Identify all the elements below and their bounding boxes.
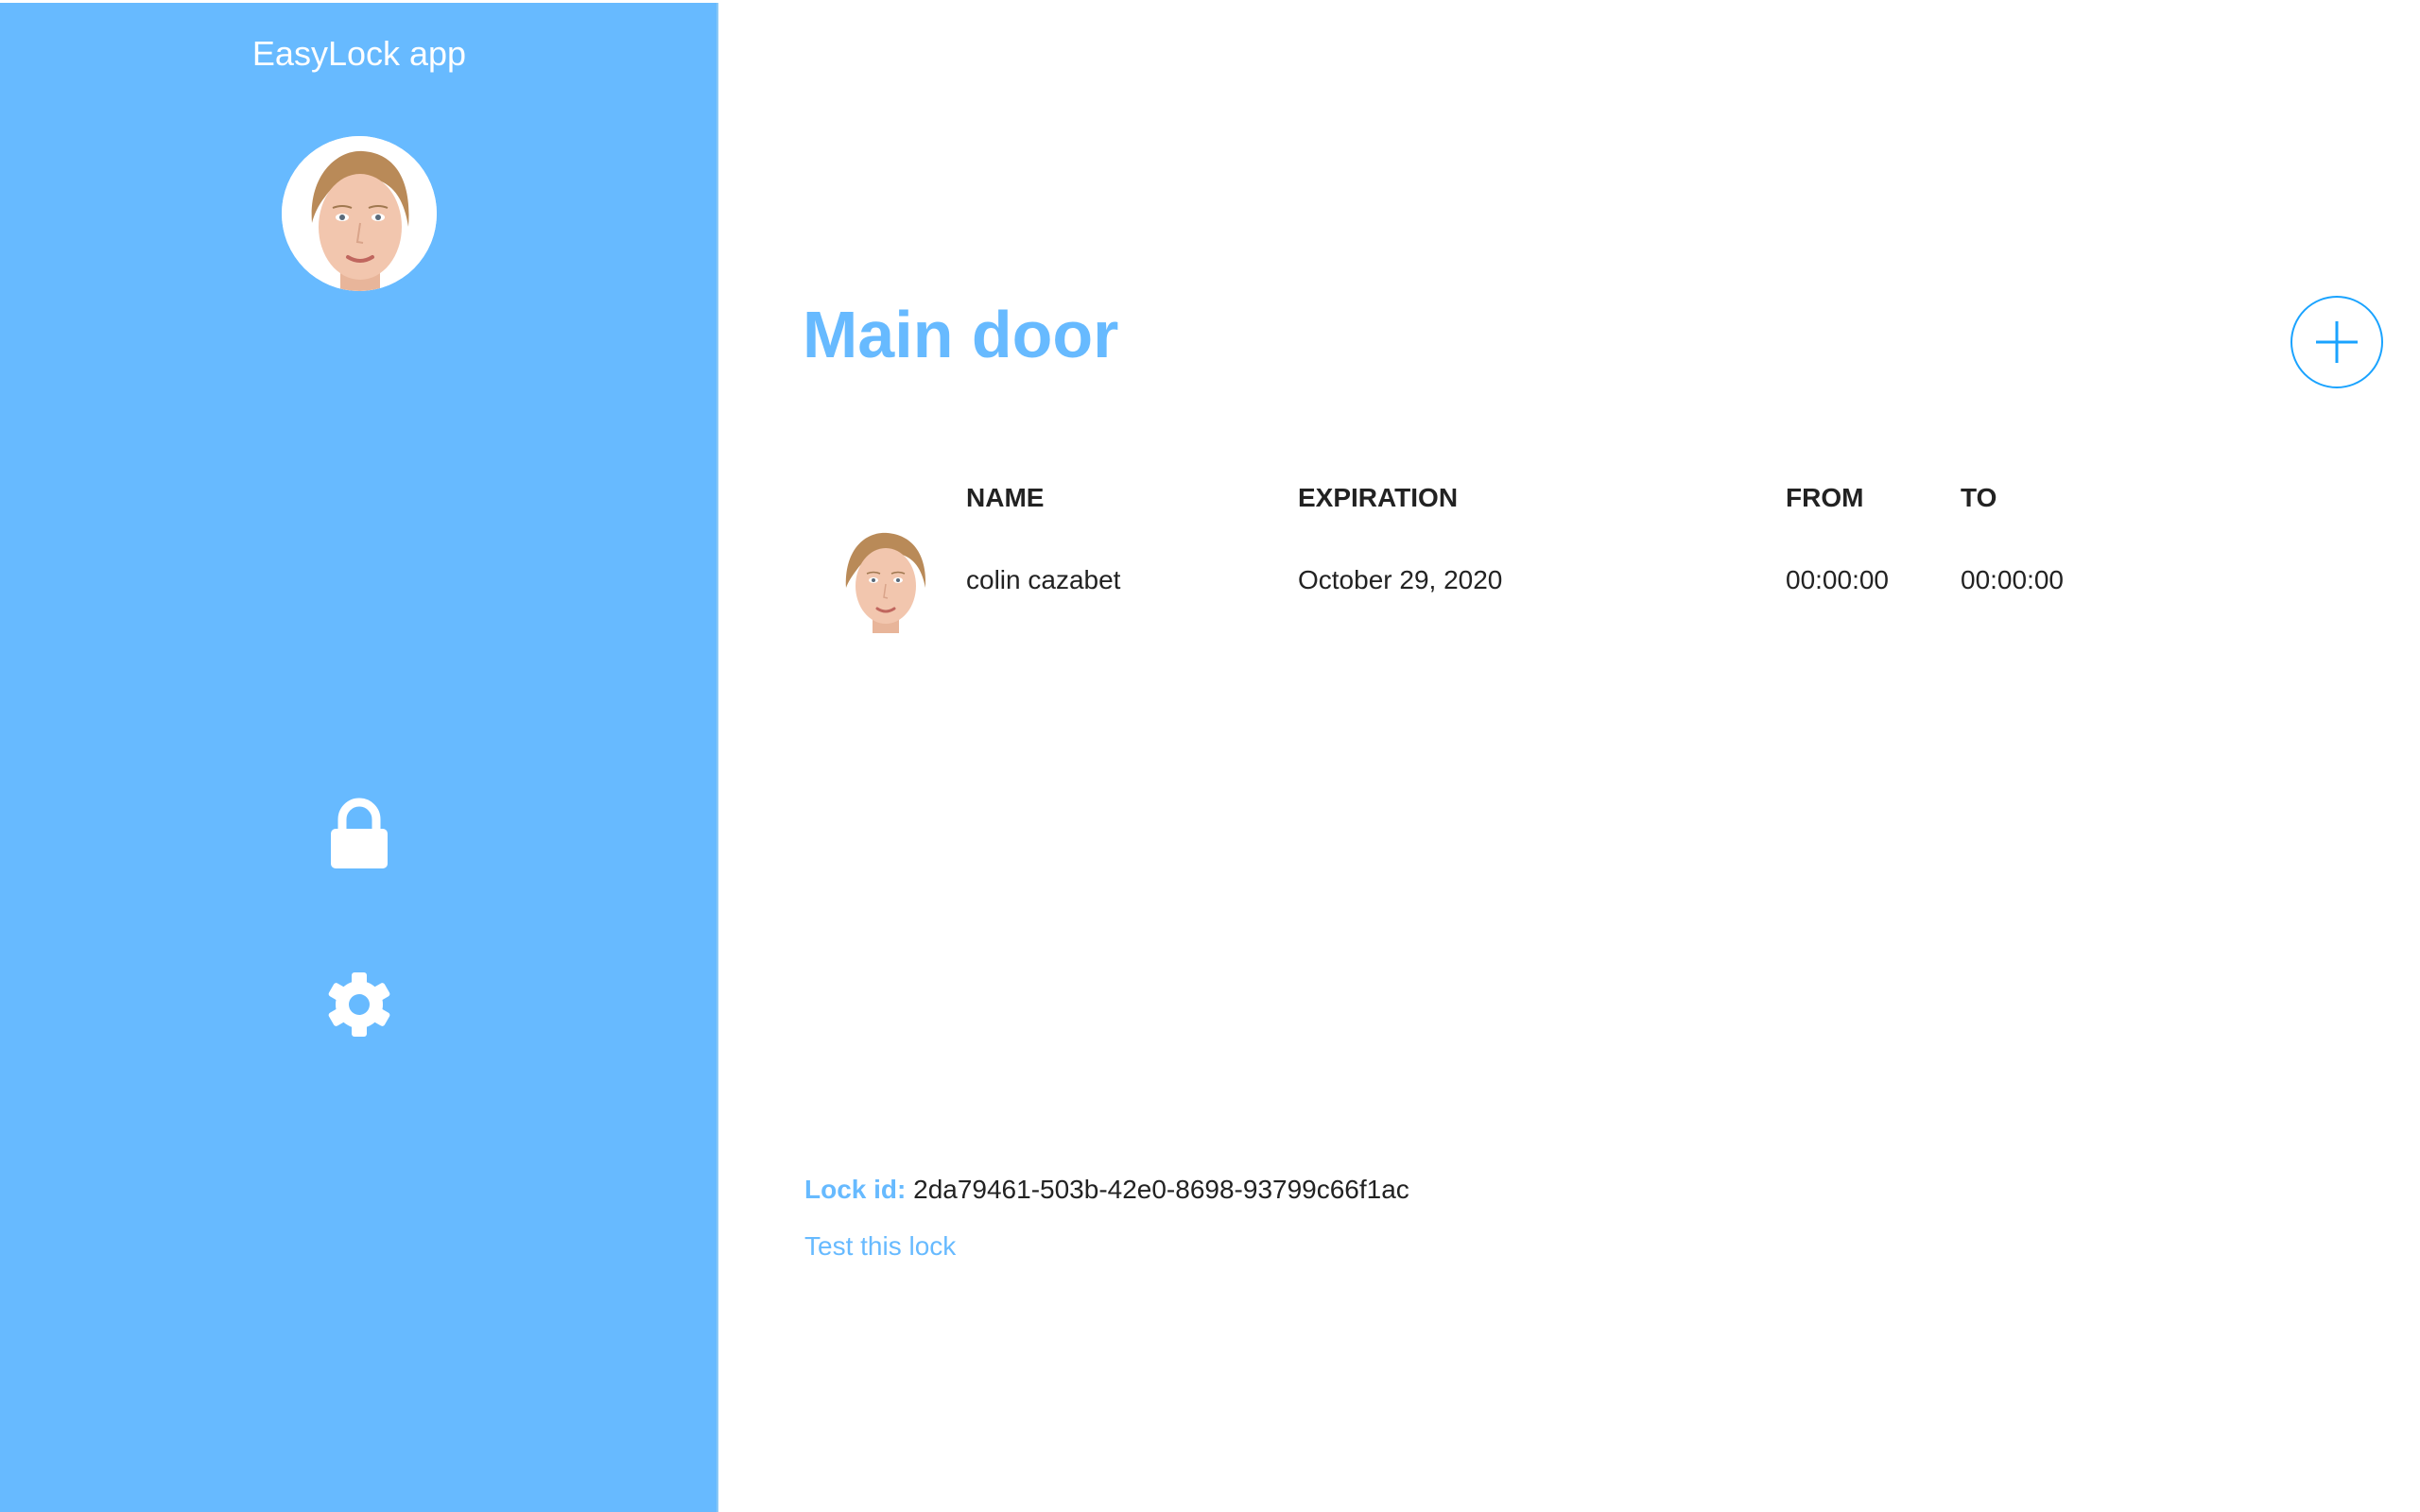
nav-lock-button[interactable] [325, 797, 393, 872]
page-title: Main door [803, 298, 1119, 371]
lock-id-label: Lock id: [804, 1175, 907, 1204]
cell-name: colin cazabet [966, 565, 1121, 594]
row-user-avatar [840, 529, 931, 633]
sidebar: EasyLock app [0, 3, 718, 1512]
face-avatar-icon [840, 529, 931, 633]
plus-icon [2316, 321, 2358, 363]
nav-settings-button[interactable] [325, 967, 393, 1042]
column-header-expiration: EXPIRATION [1298, 483, 1459, 512]
column-header-to: TO [1961, 483, 1997, 512]
add-user-button[interactable] [2290, 296, 2383, 388]
cell-expiration: October 29, 2020 [1298, 565, 1503, 594]
face-avatar-icon [282, 136, 437, 291]
app-window: EasyLock app Main door NAME EXPIRATION F… [0, 0, 2420, 1512]
gear-icon [328, 972, 390, 1037]
cell-to: 00:00:00 [1961, 565, 2064, 594]
column-header-name: NAME [966, 483, 1045, 512]
test-lock-link[interactable]: Test this lock [804, 1230, 956, 1263]
app-title: EasyLock app [251, 34, 467, 73]
user-avatar[interactable] [282, 136, 437, 291]
lock-icon [331, 798, 388, 868]
column-header-from: FROM [1786, 483, 1864, 512]
lock-id: Lock id: 2da79461-503b-42e0-8698-93799c6… [804, 1174, 1409, 1206]
lock-id-value: 2da79461-503b-42e0-8698-93799c66f1ac [913, 1175, 1409, 1204]
cell-from: 00:00:00 [1786, 565, 1889, 594]
